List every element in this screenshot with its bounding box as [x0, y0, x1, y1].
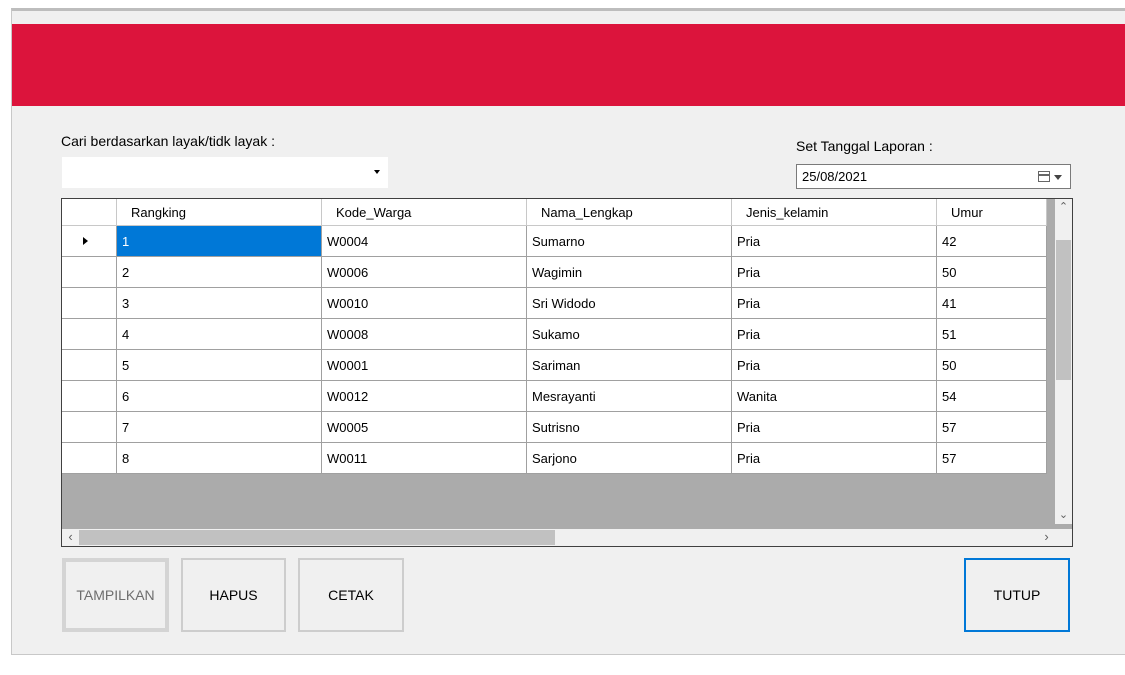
report-date-value: 25/08/2021: [802, 169, 868, 184]
scroll-right-icon[interactable]: ›: [1038, 529, 1055, 546]
column-header-rangking[interactable]: Rangking: [117, 199, 322, 226]
table-cell-jenis-kelamin[interactable]: Pria: [732, 226, 937, 257]
horizontal-scrollbar[interactable]: ‹ ›: [62, 529, 1055, 546]
vertical-scrollbar[interactable]: ⌃ ⌄: [1055, 199, 1072, 524]
hapus-button[interactable]: HAPUS: [181, 558, 286, 632]
table-cell-jenis-kelamin[interactable]: Pria: [732, 443, 937, 474]
table-cell-umur[interactable]: 41: [937, 288, 1047, 319]
table-cell-kode-warga[interactable]: W0011: [322, 443, 527, 474]
cetak-button[interactable]: CETAK: [298, 558, 404, 632]
table-cell-nama-lengkap[interactable]: Sukamo: [527, 319, 732, 350]
table-cell-rangking[interactable]: 3: [117, 288, 322, 319]
table-cell-rangking[interactable]: 2: [117, 257, 322, 288]
table-cell-nama-lengkap[interactable]: Sutrisno: [527, 412, 732, 443]
table-cell-rangking[interactable]: 6: [117, 381, 322, 412]
row-header[interactable]: [62, 288, 117, 319]
tampilkan-button[interactable]: TAMPILKAN: [62, 558, 169, 632]
table-cell-rangking[interactable]: 8: [117, 443, 322, 474]
report-form: Cari berdasarkan layak/tidk layak : Set …: [11, 8, 1125, 655]
table-cell-kode-warga[interactable]: W0012: [322, 381, 527, 412]
row-header[interactable]: [62, 412, 117, 443]
header-banner: [12, 24, 1125, 106]
table-cell-kode-warga[interactable]: W0005: [322, 412, 527, 443]
date-dropdown-icon[interactable]: [1054, 175, 1062, 180]
column-header-jenis-kelamin[interactable]: Jenis_kelamin: [732, 199, 937, 226]
table-cell-jenis-kelamin[interactable]: Wanita: [732, 381, 937, 412]
table-cell-umur[interactable]: 50: [937, 257, 1047, 288]
row-pointer-icon: [83, 237, 88, 245]
table-cell-jenis-kelamin[interactable]: Pria: [732, 350, 937, 381]
row-header[interactable]: [62, 350, 117, 381]
table-cell-jenis-kelamin[interactable]: Pria: [732, 319, 937, 350]
horizontal-scroll-thumb[interactable]: [79, 530, 555, 545]
table-cell-nama-lengkap[interactable]: Sarjono: [527, 443, 732, 474]
table-cell-kode-warga[interactable]: W0008: [322, 319, 527, 350]
table-cell-jenis-kelamin[interactable]: Pria: [732, 257, 937, 288]
dropdown-arrow-icon[interactable]: [374, 170, 380, 174]
data-grid[interactable]: Rangking Kode_Warga Nama_Lengkap Jenis_kela…: [61, 198, 1073, 547]
row-header[interactable]: [62, 257, 117, 288]
table-cell-umur[interactable]: 51: [937, 319, 1047, 350]
table-cell-umur[interactable]: 57: [937, 443, 1047, 474]
table-cell-rangking[interactable]: 7: [117, 412, 322, 443]
scroll-down-icon[interactable]: ⌄: [1055, 507, 1072, 524]
row-header[interactable]: [62, 443, 117, 474]
table-cell-kode-warga[interactable]: W0010: [322, 288, 527, 319]
table-cell-rangking[interactable]: 4: [117, 319, 322, 350]
table-cell-nama-lengkap[interactable]: Wagimin: [527, 257, 732, 288]
search-combobox[interactable]: [61, 156, 389, 189]
table-cell-jenis-kelamin[interactable]: Pria: [732, 288, 937, 319]
row-header-corner: [62, 199, 117, 226]
column-header-kode-warga[interactable]: Kode_Warga: [322, 199, 527, 226]
table-cell-umur[interactable]: 54: [937, 381, 1047, 412]
table-cell-nama-lengkap[interactable]: Sariman: [527, 350, 732, 381]
table-cell-umur[interactable]: 42: [937, 226, 1047, 257]
row-header[interactable]: [62, 381, 117, 412]
table-cell-rangking[interactable]: 1: [117, 226, 322, 257]
table-cell-kode-warga[interactable]: W0006: [322, 257, 527, 288]
table-cell-umur[interactable]: 57: [937, 412, 1047, 443]
column-header-nama-lengkap[interactable]: Nama_Lengkap: [527, 199, 732, 226]
table-cell-nama-lengkap[interactable]: Sri Widodo: [527, 288, 732, 319]
table-cell-kode-warga[interactable]: W0004: [322, 226, 527, 257]
scroll-up-icon[interactable]: ⌃: [1055, 199, 1072, 216]
table-cell-umur[interactable]: 50: [937, 350, 1047, 381]
row-header[interactable]: [62, 319, 117, 350]
column-header-umur[interactable]: Umur: [937, 199, 1047, 226]
scrollbar-corner: [1055, 529, 1072, 546]
row-header[interactable]: [62, 226, 117, 257]
table-cell-nama-lengkap[interactable]: Sumarno: [527, 226, 732, 257]
table-cell-kode-warga[interactable]: W0001: [322, 350, 527, 381]
search-label: Cari berdasarkan layak/tidk layak :: [61, 133, 275, 149]
calendar-icon[interactable]: [1038, 171, 1050, 182]
scroll-left-icon[interactable]: ‹: [62, 529, 79, 546]
vertical-scroll-thumb[interactable]: [1056, 240, 1071, 380]
report-date-picker[interactable]: 25/08/2021: [796, 164, 1071, 189]
table-cell-jenis-kelamin[interactable]: Pria: [732, 412, 937, 443]
tutup-button[interactable]: TUTUP: [964, 558, 1070, 632]
table-cell-rangking[interactable]: 5: [117, 350, 322, 381]
table-cell-nama-lengkap[interactable]: Mesrayanti: [527, 381, 732, 412]
report-date-label: Set Tanggal Laporan :: [796, 138, 933, 154]
